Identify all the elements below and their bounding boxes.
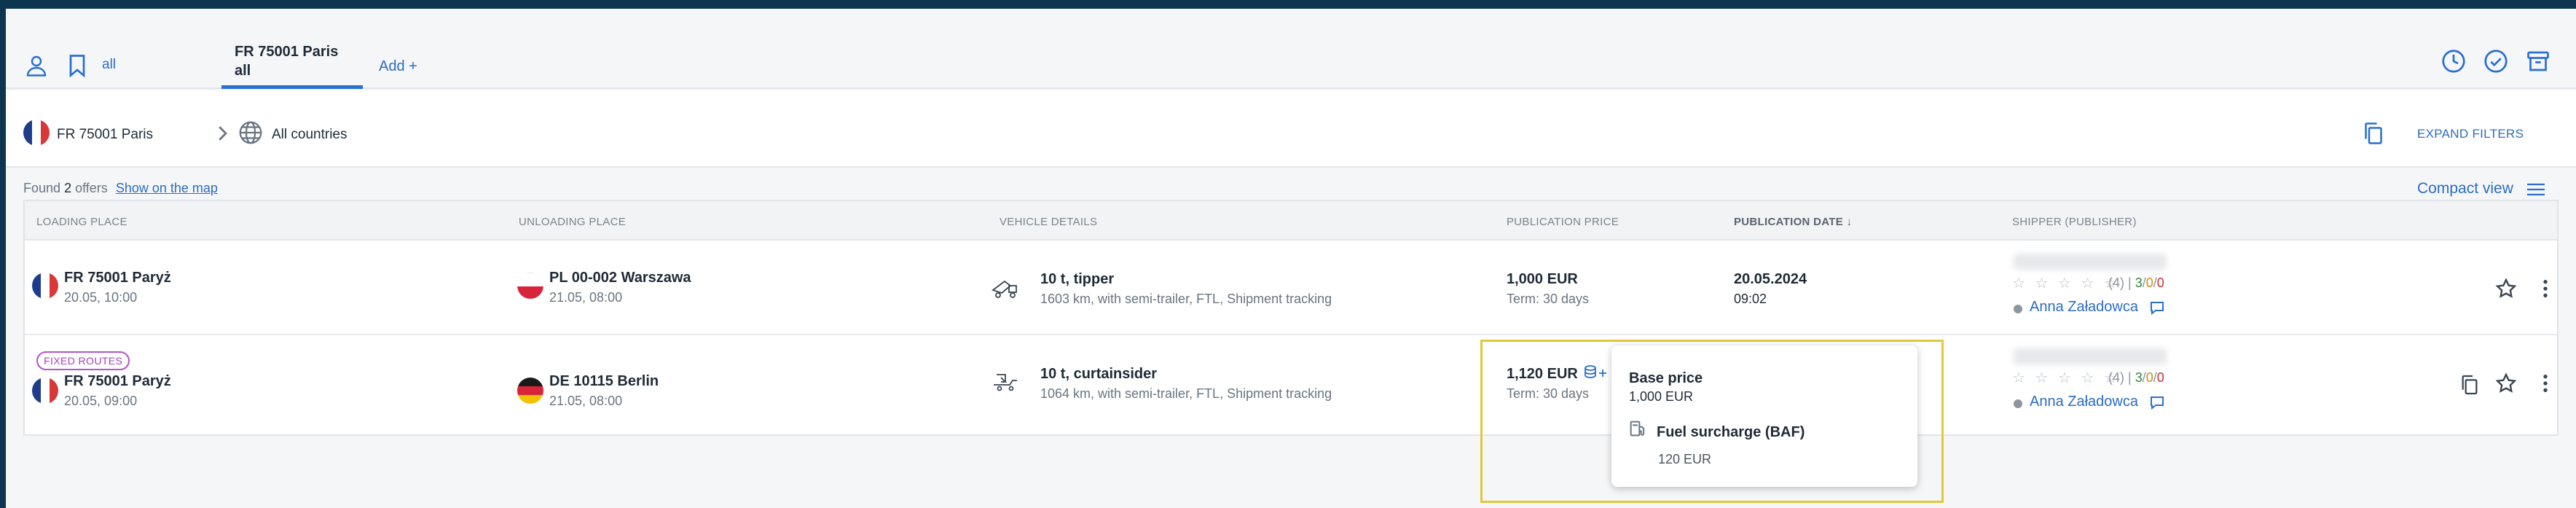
rating-positive: 3 bbox=[2135, 370, 2143, 385]
rating-stars: ☆ ☆ ☆ ☆ ☆ bbox=[2012, 370, 2120, 386]
add-tab-button[interactable]: Add + bbox=[379, 58, 417, 75]
user-icon[interactable] bbox=[22, 51, 51, 80]
col-publication-date[interactable]: PUBLICATION DATE ↓ bbox=[1734, 216, 1852, 228]
list-view-icon[interactable] bbox=[2525, 181, 2547, 198]
results-count: Found 2 offers Show on the map bbox=[23, 181, 218, 196]
payment-term: Term: 30 days bbox=[1507, 292, 1590, 306]
loading-place: FR 75001 Paryż bbox=[64, 270, 171, 286]
germany-flag-icon bbox=[517, 378, 543, 404]
vehicle-details: 1603 km, with semi-trailer, FTL, Shipmen… bbox=[1040, 292, 1332, 306]
rating-neutral: 0 bbox=[2145, 370, 2153, 385]
loading-place: FR 75001 Paryż bbox=[64, 373, 171, 389]
france-flag-icon bbox=[32, 273, 58, 299]
tab-all[interactable]: all bbox=[102, 57, 116, 73]
rating-summary: (4) | 3/0/0 bbox=[2108, 276, 2164, 290]
rating-neutral: 0 bbox=[2145, 276, 2153, 290]
table-header: LOADING PLACE UNLOADING PLACE VEHICLE DE… bbox=[25, 201, 2557, 241]
chevron-right-icon bbox=[219, 126, 227, 141]
tab-fr-paris[interactable]: FR 75001 Paris all bbox=[221, 42, 363, 89]
publication-price: 1,000 EUR bbox=[1507, 271, 1578, 287]
publication-date: 20.05.2024 bbox=[1734, 271, 1807, 287]
table-row[interactable]: FR 75001 Paryż 20.05, 10:00 PL 00-002 Wa… bbox=[25, 242, 2557, 335]
check-circle-icon[interactable] bbox=[2481, 47, 2510, 76]
price-breakdown-tooltip: Base price 1,000 EUR Fuel surcharge (BAF… bbox=[1611, 345, 1917, 487]
filter-origin[interactable]: FR 75001 Paris bbox=[57, 127, 153, 143]
offers-tab-bar: all FR 75001 Paris all Add + bbox=[6, 9, 2576, 89]
copy-filters-icon[interactable] bbox=[2360, 120, 2387, 147]
offers-table: LOADING PLACE UNLOADING PLACE VEHICLE DE… bbox=[23, 200, 2559, 436]
history-clock-icon[interactable] bbox=[2439, 47, 2468, 76]
show-on-map-link[interactable]: Show on the map bbox=[116, 181, 218, 195]
found-prefix: Found bbox=[23, 181, 61, 195]
more-options-icon[interactable] bbox=[2534, 277, 2557, 300]
col-publication-price[interactable]: PUBLICATION PRICE bbox=[1507, 216, 1619, 228]
rating-summary: (4) | 3/0/0 bbox=[2108, 370, 2164, 385]
col-unloading-place[interactable]: UNLOADING PLACE bbox=[519, 216, 626, 228]
loading-time: 20.05, 09:00 bbox=[64, 394, 138, 408]
vehicle-summary: 10 t, curtainsider bbox=[1040, 366, 1158, 382]
col-loading-place[interactable]: LOADING PLACE bbox=[36, 216, 127, 228]
online-status-dot bbox=[2014, 305, 2022, 313]
fuel-surcharge-label: Fuel surcharge (BAF) bbox=[1657, 424, 1805, 440]
tab-fr-paris-title: FR 75001 Paris bbox=[235, 44, 339, 60]
fixed-routes-badge: FIXED ROUTES bbox=[36, 351, 130, 370]
base-price-value: 1,000 EUR bbox=[1629, 389, 1694, 404]
unloading-time: 21.05, 08:00 bbox=[549, 394, 623, 408]
vehicle-details: 1064 km, with semi-trailer, FTL, Shipmen… bbox=[1040, 386, 1332, 401]
shipper-contact[interactable]: Anna Załadowca bbox=[2030, 394, 2138, 410]
fuel-surcharge-value: 120 EUR bbox=[1658, 452, 1712, 466]
found-suffix: offers bbox=[75, 181, 108, 195]
tab-fr-paris-subtitle: all bbox=[235, 63, 251, 79]
tipper-truck-icon bbox=[991, 280, 1017, 298]
vehicle-summary: 10 t, tipper bbox=[1040, 271, 1115, 287]
found-count: 2 bbox=[64, 181, 72, 195]
loading-time: 20.05, 10:00 bbox=[64, 290, 138, 305]
compact-view-toggle[interactable]: Compact view bbox=[2417, 180, 2513, 198]
filter-destination[interactable]: All countries bbox=[272, 127, 347, 143]
rating-count: (4) bbox=[2108, 370, 2124, 385]
blurred-company-name bbox=[2014, 254, 2167, 270]
rating-count: (4) bbox=[2108, 276, 2124, 290]
col-vehicle-details[interactable]: VEHICLE DETAILS bbox=[1000, 216, 1097, 228]
table-row[interactable]: FIXED ROUTES FR 75001 Paryż 20.05, 09:00… bbox=[25, 337, 2557, 430]
unloading-place: DE 10115 Berlin bbox=[549, 373, 659, 389]
expand-filters-button[interactable]: EXPAND FILTERS bbox=[2417, 127, 2524, 141]
rating-stars: ☆ ☆ ☆ ☆ ☆ bbox=[2012, 276, 2120, 292]
france-flag-icon bbox=[32, 378, 58, 404]
copy-offer-icon[interactable] bbox=[2458, 373, 2481, 396]
poland-flag-icon bbox=[517, 273, 543, 299]
blurred-company-name bbox=[2014, 348, 2167, 364]
fuel-pump-icon bbox=[1630, 421, 1645, 437]
freight-exchange-app: all FR 75001 Paris all Add + FR 75001 Pa… bbox=[6, 9, 2576, 508]
chat-bubble-icon[interactable] bbox=[2149, 395, 2165, 410]
shipper-contact[interactable]: Anna Załadowca bbox=[2030, 299, 2138, 316]
unloading-place: PL 00-002 Warszawa bbox=[549, 270, 691, 286]
online-status-dot bbox=[2014, 399, 2022, 408]
favorite-star-icon[interactable] bbox=[2494, 277, 2518, 300]
base-price-label: Base price bbox=[1629, 370, 1703, 386]
publication-time: 09:02 bbox=[1734, 292, 1767, 306]
archive-icon[interactable] bbox=[2524, 47, 2553, 76]
chat-bubble-icon[interactable] bbox=[2149, 300, 2165, 315]
col-shipper[interactable]: SHIPPER (PUBLISHER) bbox=[2012, 216, 2137, 228]
france-flag-icon bbox=[23, 120, 50, 146]
favorite-star-icon[interactable] bbox=[2494, 372, 2518, 395]
more-options-icon[interactable] bbox=[2534, 372, 2557, 395]
filter-bar: FR 75001 Paris All countries EXPAND FILT… bbox=[6, 90, 2576, 168]
bookmark-icon[interactable] bbox=[63, 51, 92, 80]
rating-negative: 0 bbox=[2156, 276, 2164, 290]
globe-icon bbox=[239, 121, 262, 144]
rating-negative: 0 bbox=[2156, 370, 2164, 385]
unloading-time: 21.05, 08:00 bbox=[549, 290, 623, 305]
curtainsider-truck-icon bbox=[994, 374, 1017, 391]
rating-positive: 3 bbox=[2135, 276, 2143, 290]
